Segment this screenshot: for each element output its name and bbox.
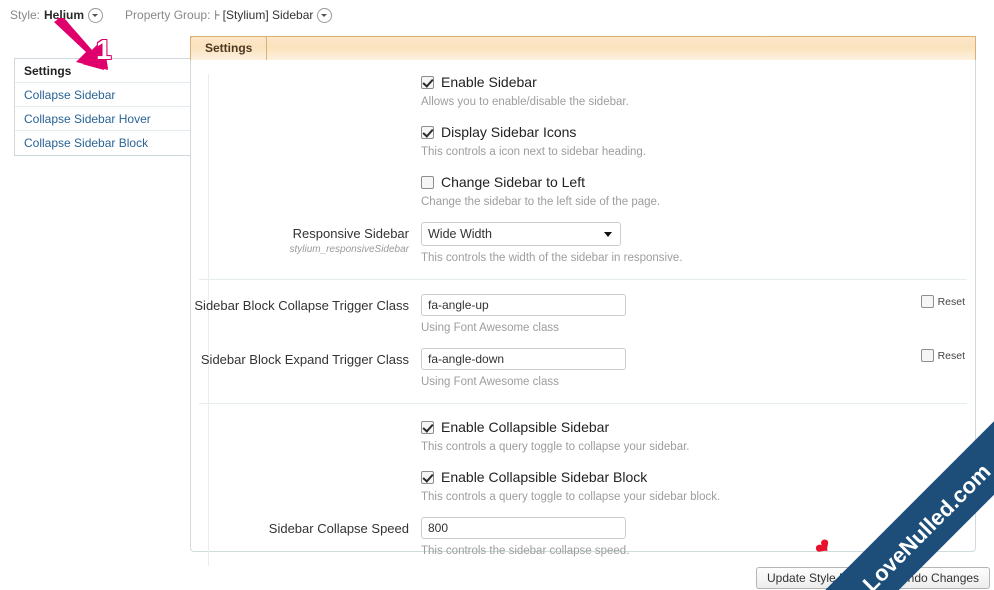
expand-trigger-class-input[interactable]: fa-angle-down: [421, 348, 626, 370]
responsive-sidebar-key: stylium_responsiveSidebar: [289, 244, 409, 255]
responsive-sidebar-label: Responsive Sidebar stylium_responsiveSid…: [191, 222, 421, 265]
sidebar-item-collapse-sidebar[interactable]: Collapse Sidebar: [15, 83, 191, 107]
field-row-display-sidebar-icons: Display Sidebar Icons This controls a ic…: [191, 124, 975, 159]
section-divider: [199, 279, 967, 280]
responsive-sidebar-select[interactable]: Wide Width: [421, 222, 621, 246]
field-group-general: Enable Sidebar Allows you to enable/disa…: [191, 74, 975, 279]
display-sidebar-icons-checkbox[interactable]: [421, 125, 434, 139]
sidebar-item-collapse-sidebar-block[interactable]: Collapse Sidebar Block: [15, 131, 191, 155]
field-label-spacer: [191, 174, 421, 209]
collapse-trigger-class-label: Sidebar Block Collapse Trigger Class: [194, 298, 409, 313]
annotation-marker-1: 1: [52, 18, 162, 80]
expand-trigger-class-label: Sidebar Block Expand Trigger Class: [200, 352, 409, 367]
enable-collapsible-sidebar-block-checkbox[interactable]: [421, 470, 434, 484]
enable-collapsible-sidebar-label: Enable Collapsible Sidebar: [441, 419, 610, 435]
collapse-trigger-class-reset[interactable]: Reset: [920, 295, 965, 308]
field-row-responsive-sidebar: Responsive Sidebar stylium_responsiveSid…: [191, 222, 975, 279]
field-label-spacer: [191, 124, 421, 159]
expand-trigger-class-reset[interactable]: Reset: [920, 349, 965, 362]
heart-icon: ❤: [810, 534, 839, 562]
enable-collapsible-sidebar-block-label: Enable Collapsible Sidebar Block: [441, 469, 648, 485]
sidebar-collapse-speed-input[interactable]: 800: [421, 517, 626, 539]
annotation-number: 1: [96, 34, 112, 65]
style-label: Style:: [10, 8, 41, 22]
change-sidebar-to-left-checkbox[interactable]: [421, 175, 434, 189]
field-label-spacer: [191, 469, 421, 504]
enable-sidebar-description: Allows you to enable/disable the sidebar…: [421, 96, 629, 108]
change-sidebar-to-left-description: Change the sidebar to the left side of t…: [421, 196, 661, 208]
chevron-down-circle-icon[interactable]: [317, 7, 333, 23]
reset-checkbox[interactable]: [920, 349, 934, 362]
collapse-trigger-class-description: Using Font Awesome class: [421, 322, 559, 334]
change-sidebar-to-left-label: Change Sidebar to Left: [441, 174, 585, 190]
reset-label: Reset: [937, 349, 965, 362]
field-group-trigger-classes: Sidebar Block Collapse Trigger Class fa-…: [191, 294, 975, 403]
display-sidebar-icons-label: Display Sidebar Icons: [441, 124, 577, 140]
tab-bar: Settings: [190, 36, 976, 60]
display-sidebar-icons-description: This controls a icon next to sidebar hea…: [421, 146, 647, 158]
sidebar-item-collapse-sidebar-hover[interactable]: Collapse Sidebar Hover: [15, 107, 191, 131]
field-label-spacer: [191, 419, 421, 454]
responsive-sidebar-description: This controls the width of the sidebar i…: [421, 252, 683, 264]
responsive-sidebar-select-value: Wide Width: [428, 227, 492, 241]
field-row-change-sidebar-to-left: Change Sidebar to Left Change the sideba…: [191, 174, 975, 209]
enable-sidebar-checkbox[interactable]: [421, 75, 434, 89]
chevron-down-icon: [604, 232, 612, 237]
watermark: LoveNulled.com ❤: [794, 390, 994, 590]
field-row-collapse-trigger-class: Sidebar Block Collapse Trigger Class fa-…: [191, 294, 975, 335]
enable-sidebar-label: Enable Sidebar: [441, 74, 537, 90]
field-label-spacer: [191, 74, 421, 109]
reset-label: Reset: [937, 295, 965, 308]
tab-bar-background: [190, 36, 976, 60]
responsive-sidebar-label-text: Responsive Sidebar: [292, 226, 409, 241]
tab-settings[interactable]: Settings: [190, 36, 268, 60]
app-root: Style: Helium Property Group: ⊦ [Stylium…: [0, 0, 994, 590]
field-row-enable-sidebar: Enable Sidebar Allows you to enable/disa…: [191, 74, 975, 109]
expand-trigger-class-description: Using Font Awesome class: [421, 376, 559, 388]
sidebar-collapse-speed-label: Sidebar Collapse Speed: [268, 521, 409, 536]
watermark-text: LoveNulled.com: [857, 458, 994, 590]
reset-checkbox[interactable]: [920, 295, 934, 308]
collapse-trigger-class-input[interactable]: fa-angle-up: [421, 294, 626, 316]
property-group-value: [Stylium] Sidebar: [222, 8, 314, 22]
enable-collapsible-sidebar-checkbox[interactable]: [421, 420, 434, 434]
tree-branch-icon: ⊦: [214, 7, 221, 23]
